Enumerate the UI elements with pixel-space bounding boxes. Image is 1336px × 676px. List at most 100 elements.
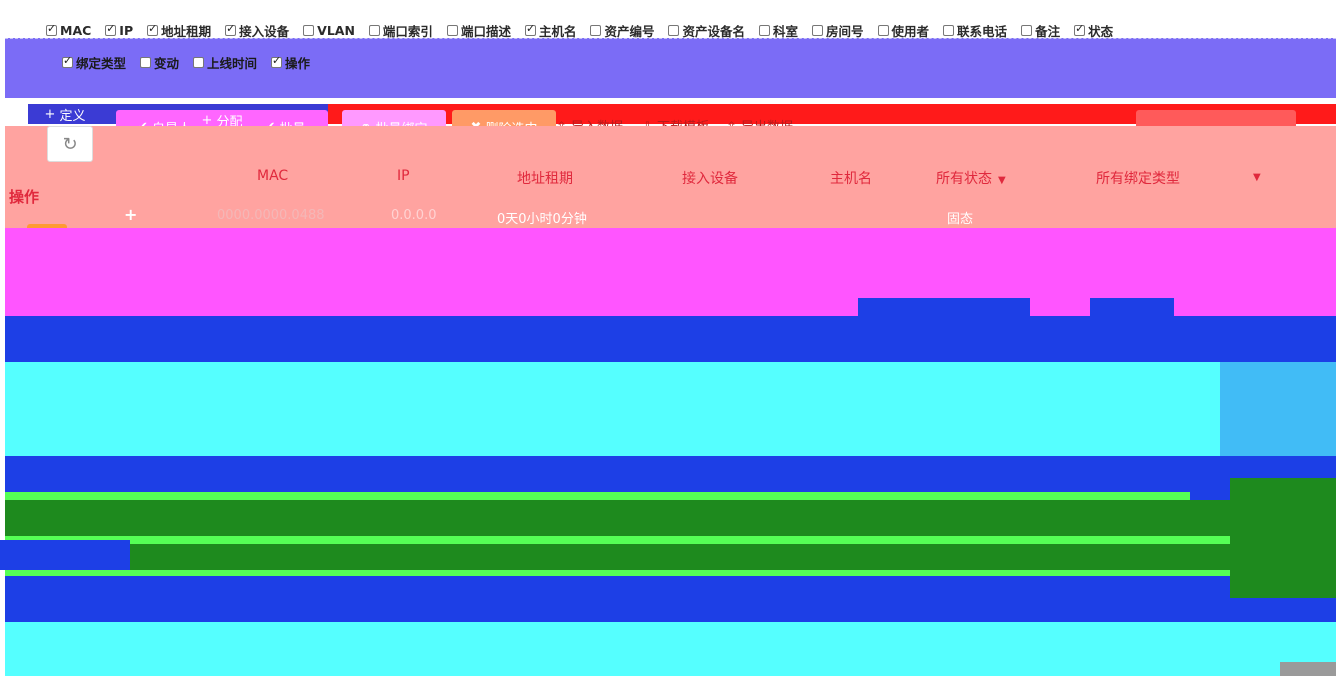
expand-row-icon[interactable]: + [124,205,137,224]
column-checkbox-label: 变动 [154,55,180,71]
column-checkbox-label: 绑定类型 [76,55,127,71]
unchecked-box-icon[interactable] [590,24,602,36]
unchecked-box-icon[interactable] [446,24,458,36]
unchecked-box-icon[interactable] [1021,24,1033,36]
checked-box-icon[interactable] [46,22,57,36]
column-checkbox-r1-3[interactable]: 接入设备 [225,21,289,40]
glitch-block [858,298,1030,316]
col-header-ip[interactable]: IP [397,168,410,184]
col-header-device[interactable]: 接入设备 [682,168,738,188]
table-row: + 0000.0000.0488 0.0.0.0 0天0小时0分钟 固态 [5,205,1336,228]
unchecked-box-icon[interactable] [140,56,152,68]
column-checkbox-r1-2[interactable]: 地址租期 [147,21,211,40]
column-checkbox-r1-9[interactable]: 资产设备名 [668,21,745,40]
column-checkbox-label: 主机名 [538,23,577,39]
column-checkbox-label: 联系电话 [957,23,1008,39]
unchecked-box-icon[interactable] [812,24,824,36]
column-checkbox-label: 接入设备 [239,23,290,39]
col-header-op: 操作 [9,188,40,206]
glitch-band [5,544,1336,570]
row-state: 固态 [947,212,974,227]
glitch-block [1190,470,1230,500]
glitch-block [0,540,130,570]
column-checkbox-r1-14[interactable]: 备注 [1021,21,1060,40]
col-header-hostname[interactable]: 主机名 [830,168,872,188]
glitch-block [1230,478,1336,598]
chevron-down-icon: ▼ [998,175,1006,186]
bind-type-filter-label: 所有绑定类型 [1096,171,1180,187]
checked-box-icon[interactable] [105,22,117,36]
checked-box-icon[interactable] [271,54,283,68]
unchecked-box-icon[interactable] [877,24,889,36]
column-checkbox-r1-11[interactable]: 房间号 [812,21,864,40]
unchecked-box-icon[interactable] [368,24,380,36]
column-checkbox-r1-12[interactable]: 使用者 [877,21,930,40]
column-checkbox-label: 房间号 [826,23,864,39]
table-header: ↻ 操作 MAC IP 地址租期 接入设备 主机名 所有状态 ▼ 所有绑定类型 ▼… [5,126,1336,232]
glitch-band [5,576,1336,622]
column-checkbox-r1-7[interactable]: 主机名 [524,21,577,40]
plus-icon: + [44,106,56,122]
column-checkbox-label: MAC [60,22,92,38]
glitch-block [1090,298,1174,316]
chevron-down-icon[interactable]: ▼ [1247,168,1261,184]
bind-type-filter-select[interactable]: 所有绑定类型 [1096,168,1180,188]
column-checkbox-r1-1[interactable]: IP [105,22,134,38]
column-checkbox-label: 科室 [773,23,799,39]
column-checkbox-r2-3[interactable]: 操作 [271,53,310,72]
checked-box-icon[interactable] [147,22,159,36]
column-checkbox-r1-15[interactable]: 状态 [1074,21,1113,40]
glitch-block [1280,662,1336,676]
checked-box-icon[interactable] [62,54,73,68]
refresh-button[interactable]: ↻ [47,126,93,162]
column-checkbox-label: 操作 [285,55,311,71]
checked-box-icon[interactable] [524,22,536,36]
column-checkbox-label: 状态 [1088,23,1114,39]
glitch-band [5,362,1336,462]
glitch-band [5,536,1336,544]
unchecked-box-icon[interactable] [943,24,955,36]
column-checkbox-label: 端口描述 [460,23,511,39]
column-checkbox-label: 资产设备名 [682,23,745,39]
col-header-mac[interactable]: MAC [257,168,288,184]
row-mac: 0000.0000.0488 [217,208,325,223]
glitch-band [5,622,1336,676]
checked-box-icon[interactable] [1074,22,1086,36]
custom-button-label: 定义 [59,108,86,124]
glitch-band [5,500,1336,536]
unchecked-box-icon[interactable] [303,24,315,36]
unchecked-box-icon[interactable] [759,24,770,36]
unchecked-box-icon[interactable] [668,24,680,36]
column-checkbox-r1-6[interactable]: 端口描述 [446,21,511,40]
column-chooser-row-1: MAC IP 地址租期 接入设备 VLAN 端口索引 端口描述 主机名 资产编号 资产设备名 科室 房… [46,19,1113,41]
column-checkbox-label: 地址租期 [161,23,212,39]
column-checkbox-label: 使用者 [891,23,930,39]
column-checkbox-label: IP [119,22,134,38]
glitch-band [5,456,1336,492]
state-filter-select[interactable]: 所有状态 ▼ [936,168,1006,188]
column-checkbox-r1-5[interactable]: 端口索引 [368,21,433,40]
glitch-band [5,316,1336,362]
col-header-lease[interactable]: 地址租期 [517,168,573,188]
column-checkbox-r1-13[interactable]: 联系电话 [943,21,1007,40]
column-checkbox-label: 备注 [1035,23,1061,39]
checked-box-icon[interactable] [225,22,237,36]
custom-button[interactable]: + 定义 [30,104,100,124]
glitch-block [1220,316,1336,496]
column-checkbox-r2-0[interactable]: 绑定类型 [62,53,126,72]
column-chooser-row-2: 绑定类型 变动 上线时间 操作 [62,51,310,73]
column-checkbox-r1-4[interactable]: VLAN [303,23,355,38]
column-checkbox-label: 资产编号 [604,23,655,39]
column-checkbox-r2-1[interactable]: 变动 [140,53,179,72]
column-checkbox-r1-0[interactable]: MAC [46,22,92,38]
unchecked-box-icon[interactable] [193,56,205,68]
column-checkbox-r1-10[interactable]: 科室 [759,21,798,40]
column-chooser: MAC IP 地址租期 接入设备 VLAN 端口索引 端口描述 主机名 资产编号 资产设备名 科室 房… [0,0,1336,100]
state-filter-label: 所有状态 [936,171,992,187]
row-lease: 0天0小时0分钟 [497,212,587,227]
glitch-band [5,492,1336,500]
column-checkbox-label: 上线时间 [207,55,258,71]
column-checkbox-r1-8[interactable]: 资产编号 [590,21,654,40]
row-ip: 0.0.0.0 [391,208,437,223]
column-checkbox-r2-2[interactable]: 上线时间 [193,53,257,72]
